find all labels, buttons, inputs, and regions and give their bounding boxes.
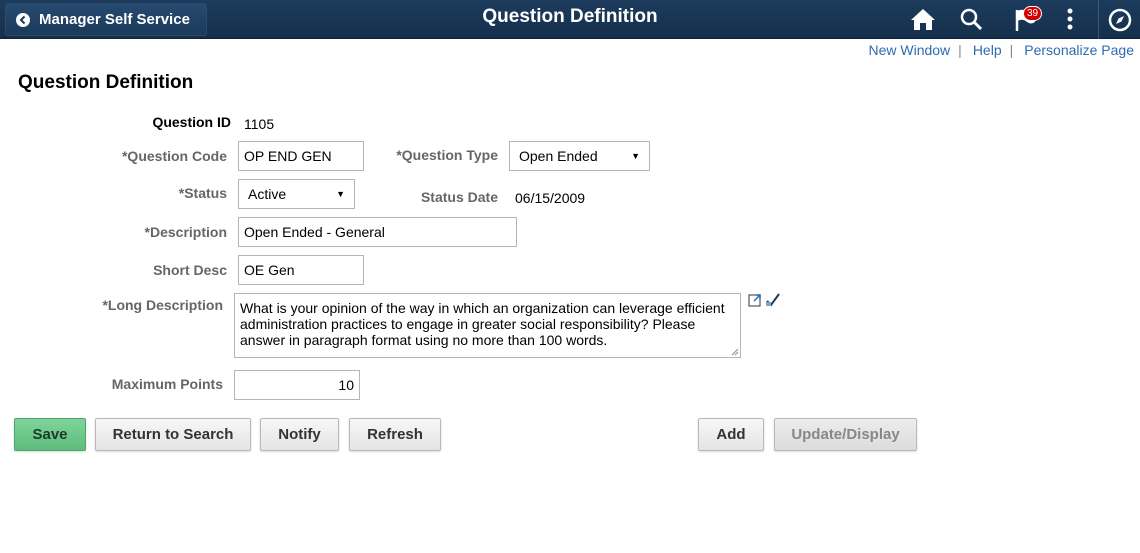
status-label: *Status xyxy=(178,185,227,201)
question-type-select[interactable]: Open Ended ▼ xyxy=(509,141,650,171)
navbar-compass-icon[interactable] xyxy=(1098,0,1140,39)
long-description-textarea[interactable]: What is your opinion of the way in which… xyxy=(234,293,741,358)
actions-menu-icon[interactable] xyxy=(1060,5,1080,33)
long-description-label: *Long Description xyxy=(102,297,223,313)
header-bar: Manager Self Service Question Definition… xyxy=(0,0,1140,39)
page-links: New Window | Help | Personalize Page xyxy=(868,42,1134,58)
notification-flag-icon[interactable]: 39 xyxy=(1005,5,1045,33)
question-code-label: *Question Code xyxy=(121,148,227,164)
description-field[interactable]: Open Ended - General xyxy=(238,217,517,247)
link-separator: | xyxy=(958,42,962,58)
back-button[interactable]: Manager Self Service xyxy=(5,3,207,36)
short-desc-label: Short Desc xyxy=(153,262,227,278)
short-desc-field[interactable]: OE Gen xyxy=(238,255,364,285)
page-title: Question Definition xyxy=(18,72,194,93)
add-button[interactable]: Add xyxy=(698,418,764,451)
search-icon[interactable] xyxy=(956,5,986,33)
chevron-left-icon xyxy=(16,12,30,27)
question-type-selected: Open Ended xyxy=(519,148,598,164)
status-date-label: Status Date xyxy=(420,189,498,205)
question-type-label: *Question Type xyxy=(396,147,498,163)
new-window-link[interactable]: New Window xyxy=(868,42,950,58)
maximum-points-field[interactable]: 10 xyxy=(234,370,360,400)
status-selected: Active xyxy=(248,186,287,202)
dropdown-arrow-icon: ▼ xyxy=(631,151,640,161)
personalize-page-link[interactable]: Personalize Page xyxy=(1024,42,1134,58)
question-code-field[interactable]: OP END GEN xyxy=(238,141,364,171)
return-to-search-button[interactable]: Return to Search xyxy=(95,418,251,451)
description-label: *Description xyxy=(144,224,227,240)
link-separator: | xyxy=(1009,42,1014,58)
spell-check-icon[interactable] xyxy=(765,292,781,308)
refresh-button[interactable]: Refresh xyxy=(349,418,441,451)
long-description-text: What is your opinion of the way in which… xyxy=(240,300,725,348)
notify-button[interactable]: Notify xyxy=(260,418,339,451)
question-id-value: 1105 xyxy=(244,116,275,132)
home-icon[interactable] xyxy=(908,5,938,33)
resize-handle-icon[interactable] xyxy=(731,348,739,356)
save-button[interactable]: Save xyxy=(14,418,86,451)
question-id-label: Question ID xyxy=(152,114,231,130)
expand-textarea-icon[interactable] xyxy=(748,292,764,308)
dropdown-arrow-icon: ▼ xyxy=(336,189,345,199)
maximum-points-label: Maximum Points xyxy=(111,376,223,392)
help-link[interactable]: Help xyxy=(973,42,1002,58)
notification-count-badge: 39 xyxy=(1023,6,1043,21)
back-button-label: Manager Self Service xyxy=(39,11,190,28)
update-display-button: Update/Display xyxy=(774,418,917,451)
status-date-value: 06/15/2009 xyxy=(515,190,586,206)
status-select[interactable]: Active ▼ xyxy=(238,179,355,209)
